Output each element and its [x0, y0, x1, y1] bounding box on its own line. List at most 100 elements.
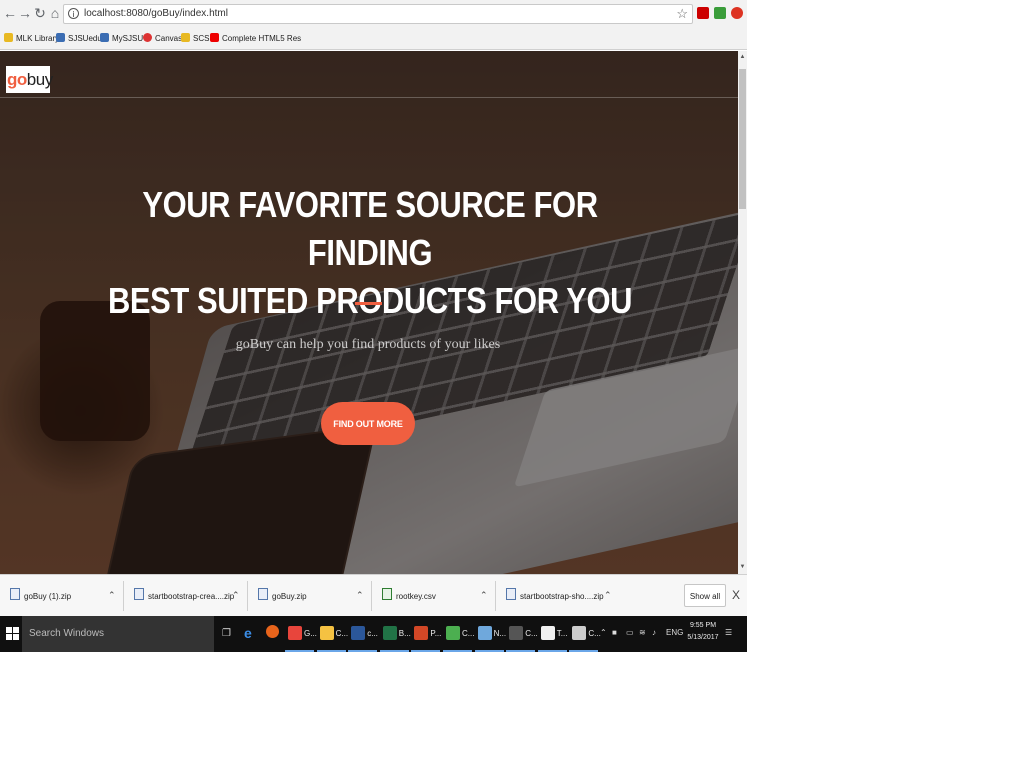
- clock-date: 5/13/2017: [687, 634, 719, 641]
- tray-overflow-icon[interactable]: ⌃: [600, 628, 607, 637]
- find-out-more-button[interactable]: FIND OUT MORE: [321, 402, 415, 445]
- taskbar-search-box[interactable]: Search Windows: [22, 616, 214, 652]
- bookmark-canvas[interactable]: Canvas: [143, 33, 182, 45]
- forward-icon[interactable]: →: [18, 5, 32, 21]
- hero-heading-line-1: YOUR FAVORITE SOURCE FOR FINDING: [142, 184, 598, 273]
- extension-red-icon[interactable]: [731, 7, 743, 19]
- download-item[interactable]: startbootstrap-sho....zip ⌃: [496, 575, 620, 617]
- chevron-up-icon[interactable]: ⌃: [604, 590, 612, 601]
- powerpoint-icon: [414, 626, 429, 640]
- bookmark-scs[interactable]: SCS: [181, 33, 209, 45]
- hero-subtitle: goBuy can help you find products of your…: [235, 337, 501, 352]
- taskbar-app-button[interactable]: C...: [569, 622, 601, 652]
- scrollbar-thumb[interactable]: [739, 69, 746, 209]
- taskbar-app-label: G...: [304, 629, 317, 638]
- reload-icon[interactable]: ↻: [33, 5, 47, 21]
- url-text: localhost:8080/goBuy/index.html: [84, 8, 228, 19]
- word-icon: [351, 626, 366, 640]
- excel-icon: [382, 626, 397, 640]
- zip-file-icon: [134, 588, 144, 600]
- site-info-icon[interactable]: i: [68, 8, 79, 19]
- csv-file-icon: [382, 588, 392, 600]
- app-icon: [540, 626, 555, 640]
- bookmark-icon: [4, 33, 13, 42]
- scroll-down-icon[interactable]: ▼: [738, 563, 747, 572]
- site-logo[interactable]: gobuy: [6, 66, 53, 93]
- bookmark-icon: [56, 33, 65, 42]
- taskbar-app-button[interactable]: G...: [285, 622, 317, 652]
- youtube-icon: [210, 33, 219, 42]
- taskbar-app-button[interactable]: N...: [474, 622, 507, 652]
- wifi-icon[interactable]: ≋: [639, 628, 646, 637]
- download-item[interactable]: rootkey.csv ⌃: [372, 575, 496, 617]
- notifications-icon[interactable]: ☰: [725, 628, 732, 637]
- zip-file-icon: [506, 588, 516, 600]
- active-indicator: [569, 650, 599, 652]
- download-item[interactable]: startbootstrap-crea....zip ⌃: [124, 575, 248, 617]
- taskbar-app-label: T...: [556, 629, 568, 638]
- taskbar-app-button[interactable]: C...: [443, 622, 475, 652]
- taskbar-search-placeholder: Search Windows: [29, 628, 105, 639]
- taskbar-app-label: N...: [493, 629, 507, 638]
- taskbar-app-button[interactable]: C...: [506, 622, 538, 652]
- screenshot: ← → ↻ ⌂ i localhost:8080/goBuy/index.htm…: [0, 0, 747, 652]
- taskbar-app-label: C...: [462, 629, 475, 638]
- volume-icon[interactable]: ♪: [652, 628, 656, 637]
- address-bar[interactable]: i localhost:8080/goBuy/index.html ☆: [63, 4, 693, 24]
- show-all-downloads-button[interactable]: Show all: [684, 584, 726, 607]
- bookmark-html5[interactable]: Complete HTML5 Res: [210, 33, 301, 45]
- active-indicator: [443, 650, 472, 652]
- taskbar-app-button[interactable]: P...: [411, 622, 442, 652]
- terminal-icon: [509, 626, 524, 640]
- home-icon[interactable]: ⌂: [48, 5, 62, 21]
- firefox-icon[interactable]: [266, 625, 279, 638]
- bookmark-mysjsu[interactable]: MySJSU: [100, 33, 143, 45]
- zip-file-icon: [258, 588, 268, 600]
- edge-icon[interactable]: e: [244, 625, 252, 641]
- zip-file-icon: [10, 588, 20, 600]
- language-indicator[interactable]: ENG: [666, 628, 683, 637]
- site-navbar: gobuy: [0, 51, 738, 98]
- bookmark-icon: [181, 33, 190, 42]
- windows-start-icon[interactable]: [6, 627, 19, 640]
- taskbar-app-label: C...: [588, 629, 601, 638]
- page-scrollbar[interactable]: ▲ ▼: [738, 51, 747, 574]
- tray-app-icon[interactable]: ■: [612, 628, 617, 637]
- active-indicator: [411, 650, 441, 652]
- close-downloads-icon[interactable]: X: [732, 588, 740, 602]
- bookmarks-bar: MLK Library SJSUedu MySJSU Canvas SCS Co…: [0, 28, 747, 50]
- active-indicator: [379, 650, 409, 652]
- chevron-up-icon[interactable]: ⌃: [108, 590, 116, 601]
- extension-green-icon[interactable]: [714, 7, 726, 19]
- chevron-up-icon[interactable]: ⌃: [480, 590, 488, 601]
- scroll-up-icon[interactable]: ▲: [738, 53, 747, 62]
- battery-icon[interactable]: ▭: [626, 628, 634, 637]
- downloads-shelf: goBuy (1).zip ⌃ startbootstrap-crea....z…: [0, 574, 747, 616]
- canvas-icon: [143, 33, 152, 42]
- download-item[interactable]: goBuy (1).zip ⌃: [0, 575, 124, 617]
- taskbar-app-label: c...: [367, 629, 378, 638]
- chevron-up-icon[interactable]: ⌃: [356, 590, 364, 601]
- taskbar-app-button[interactable]: c...: [348, 622, 378, 652]
- active-indicator: [285, 650, 314, 652]
- taskbar-app-label: C...: [525, 629, 538, 638]
- active-indicator: [506, 650, 536, 652]
- bookmark-icon: [100, 33, 109, 42]
- chevron-up-icon[interactable]: ⌃: [232, 590, 240, 601]
- bookmark-mlk-library[interactable]: MLK Library: [4, 33, 59, 45]
- active-indicator: [474, 650, 504, 652]
- bookmark-sjsu[interactable]: SJSUedu: [56, 33, 102, 45]
- taskbar-app-label: C...: [335, 629, 349, 638]
- hero-heading-line-2: BEST SUITED PRODUCTS FOR YOU: [107, 280, 633, 321]
- download-item[interactable]: goBuy.zip ⌃: [248, 575, 372, 617]
- bookmark-star-icon[interactable]: ☆: [676, 6, 688, 22]
- taskbar-clock[interactable]: 9:55 PM 5/13/2017: [686, 620, 720, 644]
- back-icon[interactable]: ←: [3, 5, 17, 21]
- extension-pdf-icon[interactable]: [697, 7, 709, 19]
- taskbar-app-button[interactable]: T...: [537, 622, 568, 652]
- taskbar-app-label: P...: [430, 629, 442, 638]
- taskbar-app-button[interactable]: B...: [379, 622, 411, 652]
- task-view-icon[interactable]: ❐: [222, 628, 231, 639]
- taskbar-app-button[interactable]: C...: [316, 622, 349, 652]
- taskbar-app-label: B...: [398, 629, 411, 638]
